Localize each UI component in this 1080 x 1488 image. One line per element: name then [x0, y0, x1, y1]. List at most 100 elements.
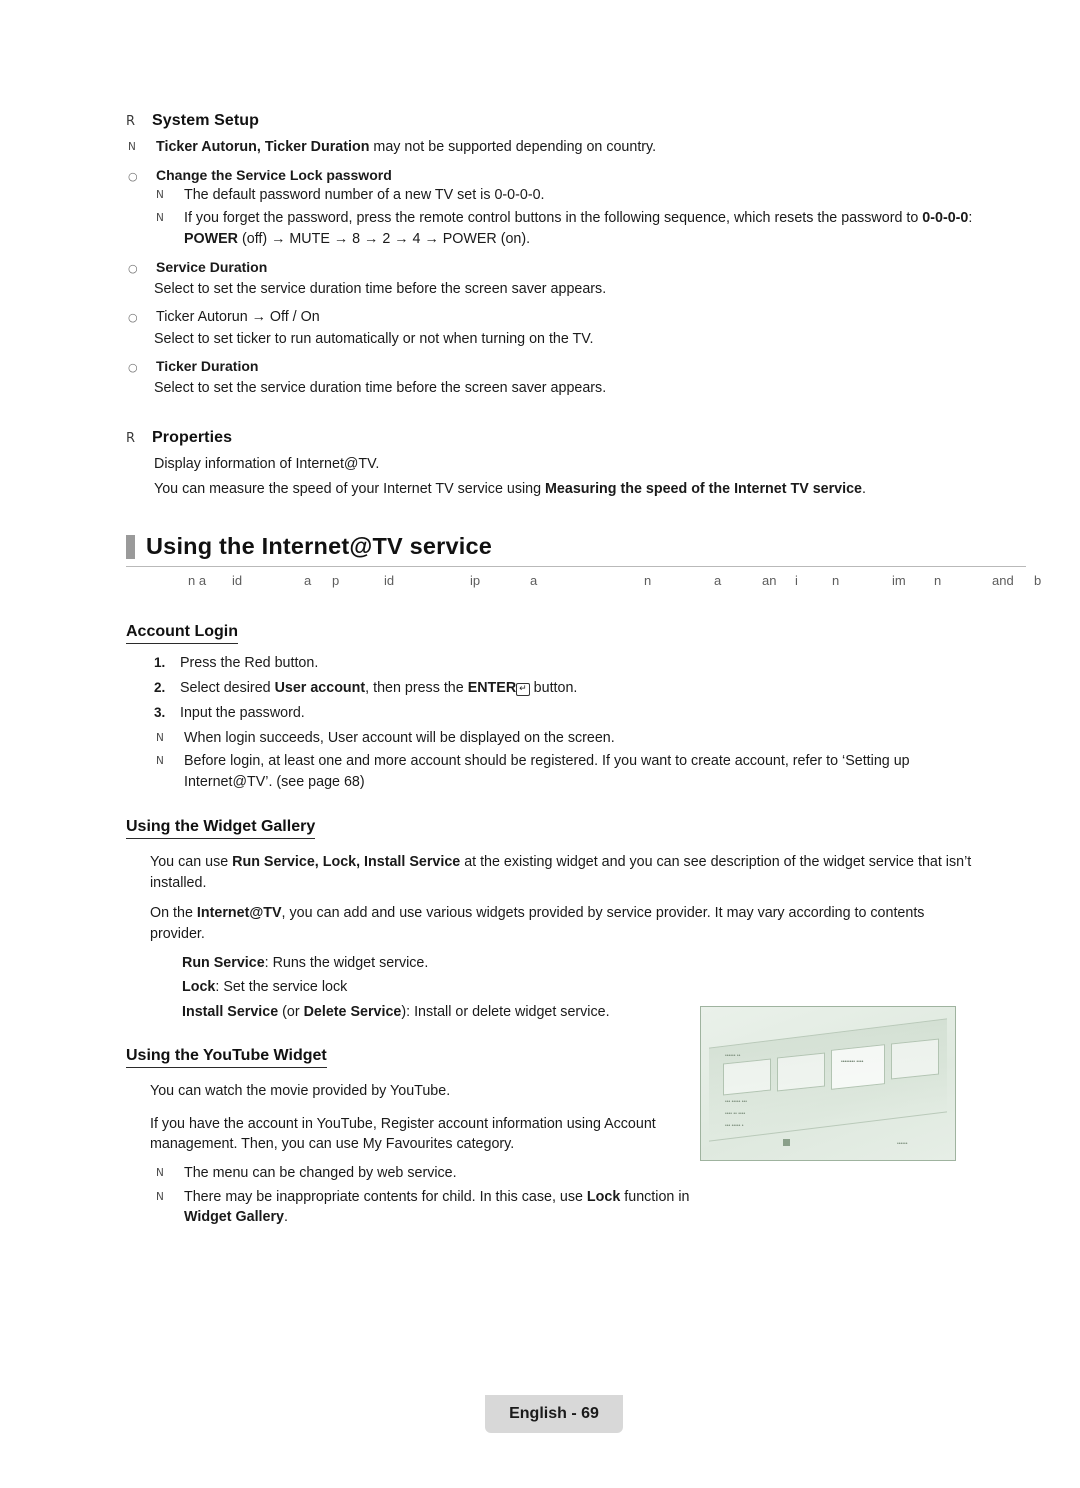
- item-text: ): Install or delete widget service.: [401, 1004, 610, 1021]
- note-text-line-2: Internet@TV’. (see page 68): [184, 774, 365, 791]
- figure-thumb: [723, 1058, 771, 1096]
- yt-note2-pre: There may be inappropriate contents for …: [184, 1188, 587, 1205]
- wg-p1-bold: Run Service, Lock, Install Service: [232, 853, 461, 870]
- widget-gallery-item-lock: Lock: Set the service lock: [182, 977, 1026, 998]
- note-line: N The default password number of a new T…: [154, 185, 1026, 206]
- note-part-2: :: [968, 210, 973, 227]
- note-bold: 0-0-0-0: [922, 210, 969, 227]
- r-bullet-icon: R: [126, 431, 136, 447]
- subitem-description: Select to set the service duration time …: [154, 280, 607, 297]
- item-bold-2: Delete Service: [303, 1004, 402, 1021]
- note-text-line-1: Before login, at least one and more acco…: [184, 753, 910, 770]
- note-rest: may not be supported depending on countr…: [369, 139, 657, 155]
- list-text: Press the Red button.: [180, 655, 319, 672]
- note-n-icon: N: [156, 755, 164, 768]
- youtube-widget-screenshot: •••••• •• ••• ••••• ••• •••• •• •••• •••…: [700, 1006, 956, 1161]
- wg-p2-pre: On the: [150, 905, 197, 922]
- note-text: The default password number of a new TV …: [184, 186, 545, 203]
- wg-p1-line2: installed.: [150, 874, 207, 891]
- faded-fragment: n: [832, 573, 840, 589]
- subitem-label: Ticker Autorun → Off / On: [156, 308, 320, 325]
- item-text: : Set the service lock: [215, 979, 348, 996]
- subitem-description: Select to set the service duration time …: [154, 380, 607, 397]
- section-header: Using the Internet@TV service: [126, 533, 1026, 560]
- note-text: The menu can be changed by web service.: [184, 1164, 457, 1181]
- yt-note2-line2-bold: Widget Gallery: [184, 1209, 284, 1226]
- heading-label: Properties: [152, 429, 233, 447]
- item-bold: Run Service: [182, 954, 265, 971]
- figure-thumb: [891, 1038, 939, 1080]
- note-text: There may be inappropriate contents for …: [184, 1187, 714, 1228]
- subitem-label: Ticker Duration: [156, 358, 259, 375]
- section-bar-icon: [126, 534, 135, 559]
- subitem-label: Change the Service Lock password: [156, 166, 392, 183]
- widget-gallery-paragraph-2: On the Internet@TV, you can add and use …: [150, 903, 1026, 944]
- item-mid: (or: [278, 1004, 304, 1021]
- heading-label: System Setup: [152, 112, 260, 129]
- faded-fragment: and: [992, 573, 1014, 589]
- list-text-post: button.: [529, 680, 578, 697]
- widget-gallery-item-run-service: Run Service: Runs the widget service.: [182, 953, 1026, 974]
- figure-caption-text: ••••••: [897, 1141, 908, 1147]
- faded-fragment: id: [384, 573, 395, 589]
- yt-note2-post: function in: [620, 1188, 690, 1205]
- figure-caption-text: •••••• ••: [725, 1053, 741, 1059]
- note-part-3: (off) → MUTE → 8 → 2 → 4 → POWER (on).: [238, 231, 531, 248]
- faded-fragment: a: [304, 573, 312, 589]
- properties-line-2-post: .: [862, 480, 866, 497]
- page-footer: English - 69: [485, 1395, 623, 1433]
- note-n-icon: N: [156, 188, 164, 201]
- list-text-mid: , then press the: [365, 680, 468, 697]
- youtube-paragraph-2: If you have the account in YouTube, Regi…: [150, 1114, 710, 1155]
- note-part-1: If you forget the password, press the re…: [184, 210, 923, 227]
- note-bold: Ticker Autorun, Ticker Duration: [156, 139, 370, 155]
- subitem-ticker-duration: ○ Ticker Duration: [126, 358, 1026, 374]
- faded-fragment: ip: [470, 573, 481, 589]
- note-line: N There may be inappropriate contents fo…: [154, 1187, 714, 1228]
- figure-caption-text: ••• ••••• •: [725, 1123, 744, 1129]
- faded-text-line: n a id a p id ip a n a an i n im n and b: [152, 573, 1041, 595]
- faded-fragment: i: [795, 573, 798, 589]
- heading-youtube-widget: Using the YouTube Widget: [126, 1047, 327, 1068]
- note-text: Before login, at least one and more acco…: [184, 751, 1026, 792]
- faded-fragment: a: [530, 573, 538, 589]
- note-text: Ticker Autorun, Ticker Duration may not …: [156, 137, 1026, 158]
- note-n-icon: N: [156, 1190, 164, 1203]
- note-text: If you forget the password, press the re…: [184, 208, 1026, 249]
- subitem-change-password: ○ Change the Service Lock password: [126, 167, 1026, 183]
- note-n-icon: N: [156, 731, 164, 744]
- item-bold: Lock: [182, 979, 216, 996]
- list-item: 2. Select desired User account, then pre…: [154, 678, 1026, 699]
- o-bullet-icon: ○: [128, 169, 138, 183]
- list-text-bold: User account: [274, 680, 366, 697]
- list-number: 1.: [154, 655, 166, 671]
- faded-fragment: an: [762, 573, 777, 589]
- list-item: 3. Input the password.: [154, 703, 1026, 724]
- item-text: : Runs the widget service.: [264, 954, 429, 971]
- faded-fragment: a: [714, 573, 722, 589]
- list-text-bold-2: ENTER: [467, 680, 517, 697]
- section-title: Using the Internet@TV service: [146, 533, 493, 560]
- faded-fragment: n: [644, 573, 652, 589]
- heading-account-login: Account Login: [126, 623, 238, 645]
- wg-p1-pre: You can use: [150, 853, 233, 870]
- item-bold: Install Service: [182, 1004, 279, 1021]
- list-item: 1. Press the Red button.: [154, 653, 1026, 674]
- yt-p2-line1: If you have the account in YouTube, Regi…: [150, 1115, 656, 1132]
- note-line: N The menu can be changed by web service…: [154, 1163, 714, 1184]
- list-text-pre: Select desired: [180, 680, 275, 697]
- note-line: N Ticker Autorun, Ticker Duration may no…: [126, 137, 1026, 158]
- note-text: When login succeeds, User account will b…: [184, 729, 615, 746]
- faded-fragment: b: [1034, 573, 1042, 589]
- note-line: N When login succeeds, User account will…: [154, 728, 1026, 749]
- properties-line-2: You can measure the speed of your Intern…: [154, 479, 1026, 500]
- o-bullet-icon: ○: [128, 310, 138, 324]
- wg-p2-line2: provider.: [150, 925, 205, 942]
- figure-marker-icon: [783, 1139, 790, 1146]
- faded-fragment: id: [232, 573, 243, 589]
- list-number: 2.: [154, 680, 166, 696]
- heading-properties: R Properties: [126, 429, 1026, 447]
- enter-key-icon: ↵: [516, 683, 530, 697]
- heading-widget-gallery: Using the Widget Gallery: [126, 818, 316, 839]
- figure-caption-text: ••• ••••• •••: [725, 1099, 748, 1105]
